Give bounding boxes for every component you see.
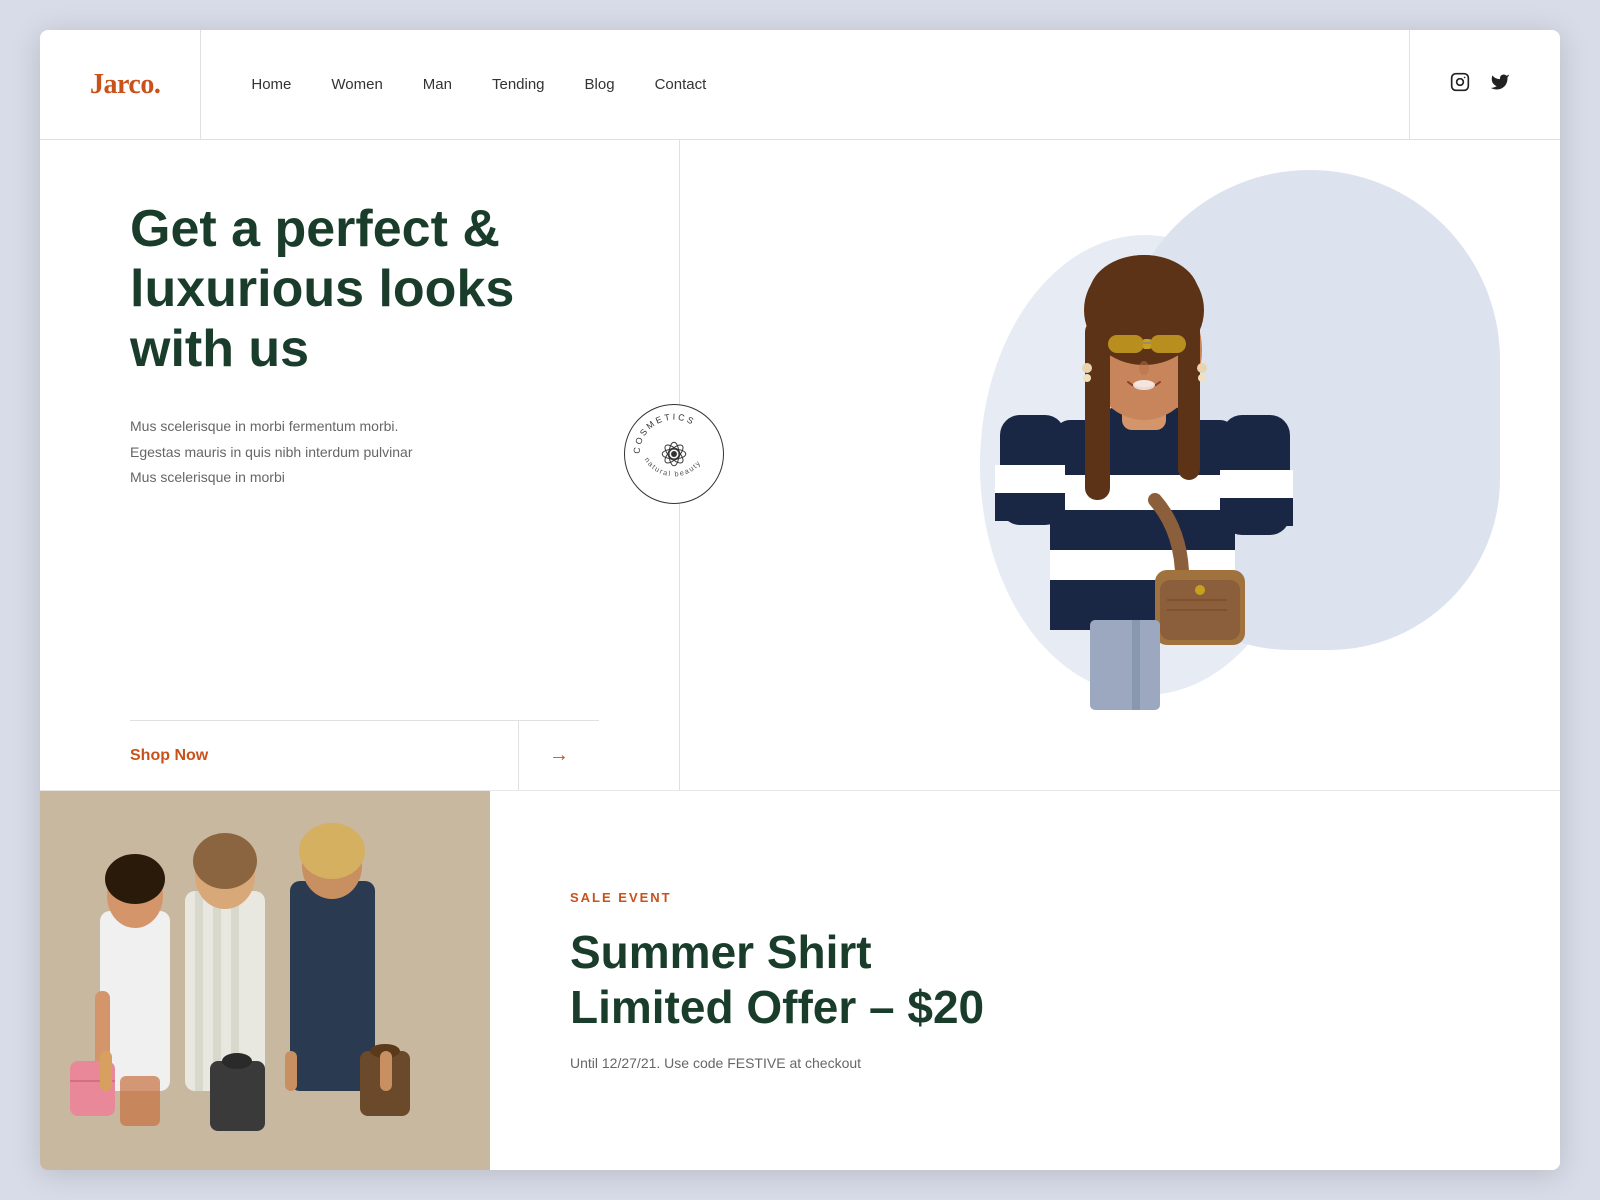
twitter-icon[interactable]	[1490, 72, 1510, 97]
nav-item-home[interactable]: Home	[251, 76, 291, 93]
bottom-sale-content: SALE EVENT Summer Shirt Limited Offer – …	[490, 791, 1560, 1170]
nav-item-man[interactable]: Man	[423, 76, 452, 93]
hero-body: Mus scelerisque in morbi fermentum morbi…	[130, 414, 599, 490]
sale-body: Until 12/27/21. Use code FESTIVE at chec…	[570, 1055, 1480, 1071]
instagram-icon[interactable]	[1450, 72, 1470, 97]
shop-now-button[interactable]: Shop Now	[130, 747, 208, 765]
svg-text:COSMETICS: COSMETICS	[631, 412, 697, 455]
social-icons	[1409, 30, 1510, 139]
bottom-section: SALE EVENT Summer Shirt Limited Offer – …	[40, 790, 1560, 1170]
sale-event-label: SALE EVENT	[570, 890, 1480, 905]
nav-item-blog[interactable]: Blog	[585, 76, 615, 93]
nav-item-contact[interactable]: Contact	[655, 76, 707, 93]
hero-right	[680, 140, 1560, 790]
main-nav: Home Women Man Tending Blog Contact	[201, 76, 1409, 93]
brand-logo[interactable]: Jarco.	[90, 69, 160, 101]
hero-headline: Get a perfect & luxurious looks with us	[130, 200, 599, 379]
hero-left: Get a perfect & luxurious looks with us …	[40, 140, 680, 790]
hero-model-image	[955, 220, 1325, 710]
model-illustration	[960, 220, 1320, 710]
cosmetics-badge: COSMETICS natural beauty	[619, 399, 729, 509]
shop-now-left: Shop Now	[130, 721, 519, 790]
header: Jarco. Home Women Man Tending Blog Conta…	[40, 30, 1560, 140]
sale-headline: Summer Shirt Limited Offer – $20	[570, 925, 1480, 1035]
hero-section: Get a perfect & luxurious looks with us …	[40, 140, 1560, 790]
shop-now-arrow[interactable]: →	[519, 721, 599, 790]
logo-section: Jarco.	[90, 30, 201, 139]
nav-item-women[interactable]: Women	[331, 76, 382, 93]
shopping-group-illustration	[40, 791, 490, 1170]
bottom-sale-image	[40, 791, 490, 1170]
shop-now-area: Shop Now →	[130, 720, 599, 790]
nav-item-tending[interactable]: Tending	[492, 76, 545, 93]
